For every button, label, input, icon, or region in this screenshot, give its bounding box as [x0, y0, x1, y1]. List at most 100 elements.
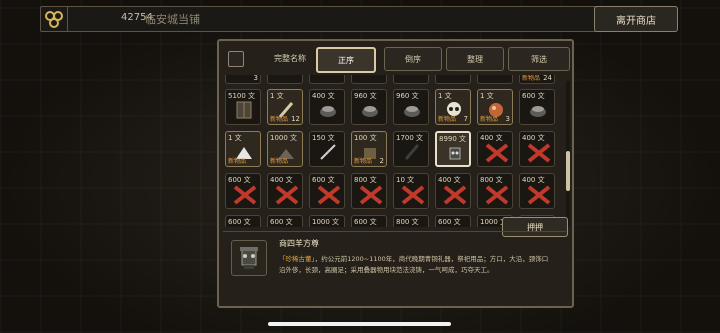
item-price: 100 文: [354, 134, 377, 142]
item-slot[interactable]: 5100 文: [225, 89, 261, 125]
item-slot[interactable]: 800 文: [393, 215, 429, 227]
item-price: 400 文: [522, 176, 545, 184]
item-slot[interactable]: 24 新物品: [519, 75, 555, 84]
item-slot[interactable]: [309, 75, 345, 84]
item-grid: 3 24 新物品 5100 文1 文新物品 12 400 文 960 文 960 文1 文新物…: [223, 75, 563, 227]
item-price: 400 文: [312, 92, 335, 100]
item-count: 24: [543, 75, 552, 82]
item-slot[interactable]: [351, 75, 387, 84]
item-description: 「珍稀古董」，约公元前1200~1100年，商代晚期青铜礼器，祭祀用品；方口，大…: [279, 254, 549, 276]
item-price: 1 文: [270, 92, 284, 100]
item-count: 7: [463, 115, 468, 123]
item-slot[interactable]: 1000 文: [309, 215, 345, 227]
item-slot[interactable]: 400 文: [519, 131, 555, 167]
sort-desc-button[interactable]: 倒序: [384, 47, 442, 71]
item-count: 2: [379, 157, 384, 165]
item-price: 8990 文: [439, 135, 467, 143]
item-price: 1 文: [228, 134, 242, 142]
shop-panel: 完整名称 正序 倒序 整理 筛选 3 24 新物品 5100 文1 文新物品 12 400…: [217, 39, 574, 308]
item-slot[interactable]: 10 文: [393, 173, 429, 209]
item-price: 1000 文: [270, 134, 298, 142]
item-slot[interactable]: 800 文: [351, 173, 387, 209]
item-price: 400 文: [480, 134, 503, 142]
item-rarity-tag: 「珍稀古董」: [279, 255, 315, 263]
item-slot[interactable]: 400 文: [435, 173, 471, 209]
item-price: 1 文: [438, 92, 452, 100]
shop-name: 临安城当铺: [145, 13, 200, 26]
item-price: 10 文: [396, 176, 415, 184]
item-price: 1700 文: [396, 134, 424, 142]
new-item-label: 新物品: [480, 116, 499, 123]
item-slot[interactable]: 600 文: [225, 215, 261, 227]
item-slot[interactable]: 100 文新物品 2: [351, 131, 387, 167]
coin-stack-icon: [41, 7, 68, 31]
item-price: 600 文: [228, 218, 251, 226]
new-item-label: 新物品: [228, 158, 247, 165]
item-slot[interactable]: [477, 75, 513, 84]
item-slot[interactable]: [267, 75, 303, 84]
item-slot[interactable]: 960 文: [393, 89, 429, 125]
item-slot[interactable]: 600 文: [435, 215, 471, 227]
item-price: 960 文: [396, 92, 419, 100]
bronze-vessel-icon: [231, 240, 267, 276]
new-item-label: 新物品: [270, 116, 289, 123]
item-slot[interactable]: 1 文新物品: [225, 131, 261, 167]
item-slot[interactable]: 1 文新物品 7: [435, 89, 471, 125]
scrollbar-thumb[interactable]: [566, 151, 570, 191]
item-count: 3: [505, 115, 510, 123]
item-price: 600 文: [522, 92, 545, 100]
arrange-button[interactable]: 整理: [446, 47, 504, 71]
item-slot[interactable]: 1000 文新物品: [267, 131, 303, 167]
item-slot[interactable]: 600 文: [519, 89, 555, 125]
item-slot[interactable]: 400 文: [309, 89, 345, 125]
item-price: 800 文: [480, 176, 503, 184]
filter-button[interactable]: 筛选: [508, 47, 570, 71]
item-slot[interactable]: 400 文: [519, 173, 555, 209]
home-indicator[interactable]: [268, 322, 451, 326]
item-slot[interactable]: 600 文: [225, 173, 261, 209]
item-description-text: ，约公元前1200~1100年，商代晚期青铜礼器，祭祀用品；方口，大沿，颈饰口沿…: [279, 255, 549, 274]
scrollbar[interactable]: [566, 81, 570, 226]
item-slot[interactable]: 600 文: [267, 215, 303, 227]
item-slot[interactable]: 600 文: [351, 215, 387, 227]
new-item-label: 新物品: [354, 158, 373, 165]
item-slot[interactable]: 1700 文: [393, 131, 429, 167]
item-slot[interactable]: 150 文: [309, 131, 345, 167]
item-price: 600 文: [438, 218, 461, 226]
sort-asc-button[interactable]: 正序: [316, 47, 376, 73]
item-slot[interactable]: [393, 75, 429, 84]
item-slot[interactable]: 1 文新物品 3: [477, 89, 513, 125]
item-slot[interactable]: 400 文: [267, 173, 303, 209]
item-count: 12: [291, 115, 300, 123]
item-price: 600 文: [354, 218, 377, 226]
item-price: 600 文: [228, 176, 251, 184]
item-name: 商四羊方尊: [279, 239, 319, 248]
item-price: 400 文: [438, 176, 461, 184]
item-slot[interactable]: 800 文: [477, 173, 513, 209]
full-name-label: 完整名称: [274, 54, 306, 63]
new-item-label: 新物品: [522, 75, 541, 82]
item-price: 400 文: [522, 134, 545, 142]
item-slot-selected[interactable]: 8990 文: [435, 131, 471, 167]
item-price: 960 文: [354, 92, 377, 100]
item-slot[interactable]: 1 文新物品 12: [267, 89, 303, 125]
item-price: 400 文: [270, 176, 293, 184]
filter-row: 完整名称 正序 倒序 整理 筛选: [224, 47, 570, 73]
new-item-label: 新物品: [438, 116, 457, 123]
item-slot[interactable]: 3: [225, 75, 261, 84]
item-slot[interactable]: 400 文: [477, 131, 513, 167]
full-name-checkbox[interactable]: [228, 51, 244, 67]
new-item-label: 新物品: [270, 158, 289, 165]
top-bar: 42754 临安城当铺 离开商店: [40, 6, 678, 32]
item-slot[interactable]: [435, 75, 471, 84]
item-price: 800 文: [396, 218, 419, 226]
leave-shop-button[interactable]: 离开商店: [594, 6, 678, 32]
item-slot[interactable]: 600 文: [309, 173, 345, 209]
item-count: 3: [253, 75, 258, 82]
item-price: 1 文: [480, 92, 494, 100]
item-price: 1000 文: [312, 218, 340, 226]
item-slot[interactable]: 960 文: [351, 89, 387, 125]
item-detail: 商四羊方尊 「珍稀古董」，约公元前1200~1100年，商代晚期青铜礼器，祭祀用…: [223, 231, 566, 300]
item-price: 150 文: [312, 134, 335, 142]
item-price: 600 文: [312, 176, 335, 184]
